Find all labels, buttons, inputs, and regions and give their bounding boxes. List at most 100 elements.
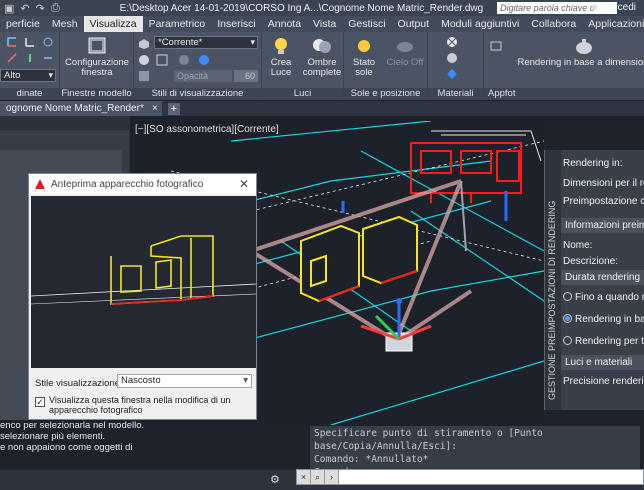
save-icon[interactable]: ▣ — [4, 2, 14, 15]
ribbon-tab-8[interactable]: Output — [392, 16, 436, 32]
command-close-icon[interactable]: × — [297, 470, 311, 484]
quick-access-toolbar: ▣ ↶ ↷ ⎙ — [0, 2, 60, 15]
preset-info-section[interactable]: Informazioni preimpostazione — [561, 218, 644, 233]
ribbon-tab-11[interactable]: Applicazioni disponibili — [582, 16, 644, 32]
opacity-label: Opacità — [177, 71, 209, 81]
ucs-z-icon[interactable] — [42, 52, 54, 64]
lights-label: Luci — [262, 88, 343, 100]
visual-styles-label: Stili di visualizzazione — [134, 88, 261, 100]
show-window-checkbox[interactable]: ✓ — [35, 397, 45, 407]
new-tab-button[interactable]: + — [167, 102, 180, 115]
opacity-value[interactable]: 60 — [234, 70, 258, 82]
teapot-icon — [576, 39, 592, 54]
radio-selected-icon — [563, 314, 572, 323]
materials-editor-icon[interactable] — [446, 52, 458, 64]
model-viewports-label: Finestre modello — [60, 88, 133, 100]
render-precision-row: Precisione rendering: — [563, 376, 644, 387]
camera-frustum — [249, 179, 473, 343]
render-palette-titlebar[interactable]: GESTIONE PREIMPOSTAZIONI DI RENDERING — [545, 150, 561, 410]
camera-preview-titlebar[interactable]: Anteprima apparecchio fotografico ✕ — [29, 174, 256, 194]
visual-style-select[interactable]: Nascosto — [117, 374, 252, 388]
ribbon-tab-0[interactable]: perficie — [0, 16, 46, 32]
viewport-configuration-button[interactable]: Configurazione finestra — [64, 36, 130, 78]
render-window-icon[interactable] — [490, 40, 502, 52]
view-dropdown[interactable]: Alto — [0, 69, 56, 82]
show-window-checkbox-label: Visualizza questa finestra nella modific… — [49, 395, 231, 415]
create-light-label: Crea Luce — [270, 57, 292, 78]
login-button[interactable]: Accedi — [606, 2, 636, 13]
ribbon-tab-5[interactable]: Annota — [262, 16, 307, 32]
duration-option-2[interactable]: Rendering in base — [563, 314, 644, 325]
visual-style-dropdown[interactable]: *Corrente* — [154, 36, 258, 49]
close-tab-icon[interactable]: × — [152, 101, 158, 116]
ribbon-tab-2[interactable]: Visualizza — [83, 16, 143, 32]
undo-icon[interactable]: ↶ — [20, 2, 29, 15]
face-style-icon[interactable] — [138, 54, 150, 66]
ribbon-tab-4[interactable]: Inserisci — [211, 16, 262, 32]
user-icon[interactable]: ● — [591, 1, 598, 13]
render-presets-palette: GESTIONE PREIMPOSTAZIONI DI RENDERING Re… — [544, 150, 644, 410]
shadows-button[interactable]: Ombre complete — [300, 36, 344, 78]
model-viewports-panel: Configurazione finestra Finestre modello — [60, 32, 134, 100]
duration-option-label: Rendering per ter — [575, 336, 644, 347]
render-panel-label: Appfot — [484, 88, 644, 100]
materials-label: Materiali — [428, 88, 483, 100]
ribbon-tab-7[interactable]: Gestisci — [342, 16, 391, 32]
viewport-configuration-label: Configurazione finestra — [65, 57, 129, 78]
viewport-config-icon — [88, 37, 106, 54]
ribbon-tab-6[interactable]: Vista — [307, 16, 342, 32]
ucs-origin-icon[interactable] — [42, 36, 54, 48]
ribbon-tab-9[interactable]: Moduli aggiuntivi — [435, 16, 525, 32]
command-search-icon[interactable]: ⌕ — [311, 470, 325, 484]
plot-icon[interactable]: ⎙ — [51, 2, 60, 15]
material-mapping-icon[interactable] — [446, 68, 458, 80]
ucs-world-icon[interactable] — [24, 36, 36, 48]
duration-option-1[interactable]: Fino a quando non — [563, 292, 644, 303]
white-floorplan-detail — [431, 130, 542, 162]
duration-option-3[interactable]: Rendering per ter — [563, 336, 644, 347]
render-duration-section[interactable]: Durata rendering — [561, 270, 644, 285]
redo-icon[interactable]: ↷ — [36, 2, 45, 15]
ribbon: Alto dinate Configurazione finestra Fine… — [0, 32, 644, 100]
camera-preview-title: Anteprima apparecchio fotografico — [51, 178, 204, 190]
light-target-line — [460, 180, 467, 252]
create-light-button[interactable]: Crea Luce — [264, 36, 298, 78]
edge-style-icon[interactable] — [156, 54, 168, 66]
customize-wrench-icon[interactable]: ⚙ — [270, 473, 284, 487]
ribbon-tab-1[interactable]: Mesh — [46, 16, 84, 32]
cloud-icon — [397, 42, 413, 52]
shadow-style-icon[interactable] — [178, 54, 190, 66]
materials-browser-icon[interactable] — [446, 36, 458, 48]
lights-materials-section[interactable]: Luci e materiali — [561, 355, 644, 370]
sun-status-button[interactable]: Stato sole — [346, 36, 382, 78]
autocad-logo-icon — [35, 179, 45, 189]
camera-preview-drawing — [31, 235, 256, 305]
document-tab[interactable]: ognome Nome Matric_Render* × — [0, 101, 162, 116]
document-tab-label: ognome Nome Matric_Render* — [6, 103, 144, 114]
preview-buildings — [110, 235, 214, 305]
color-style-icon[interactable] — [198, 54, 210, 66]
ucs-icon[interactable] — [6, 36, 18, 48]
ribbon-tab-3[interactable]: Parametrico — [143, 16, 212, 32]
opacity-slider[interactable]: Opacità — [174, 70, 232, 82]
render-in-row: Rendering in: — [563, 158, 623, 169]
ribbon-tabs: perficie Mesh Visualizza Parametrico Inseris… — [0, 16, 644, 32]
camera-preview-dialog: Anteprima apparecchio fotografico ✕ Stil… — [28, 173, 257, 420]
visual-style-cube-icon[interactable] — [138, 38, 150, 50]
render-to-size-button[interactable]: Rendering in base a dimensioni — [517, 36, 644, 68]
left-palette-header — [0, 116, 129, 130]
ucs-x-icon[interactable] — [6, 52, 18, 64]
close-icon[interactable]: ✕ — [239, 177, 249, 191]
radio-icon — [563, 292, 572, 301]
command-prompt-icon[interactable]: › — [325, 470, 339, 484]
camera-preview-canvas — [31, 196, 256, 368]
xray-icon[interactable] — [138, 70, 150, 82]
sky-off-button[interactable]: Cielo Off — [384, 36, 426, 68]
ucs-y-icon[interactable] — [24, 52, 36, 64]
command-line[interactable]: × ⌕ › — [296, 469, 644, 485]
command-history-line: Specificare punto di stiramento o [Punto… — [314, 428, 543, 452]
viewport-controls-label[interactable]: [−][SO assonometrica][Corrente] — [135, 124, 279, 135]
current-preset-row: Preimpostazione corrente — [563, 196, 644, 207]
shadows-label: Ombre complete — [302, 57, 342, 78]
ribbon-tab-10[interactable]: Collabora — [525, 16, 582, 32]
